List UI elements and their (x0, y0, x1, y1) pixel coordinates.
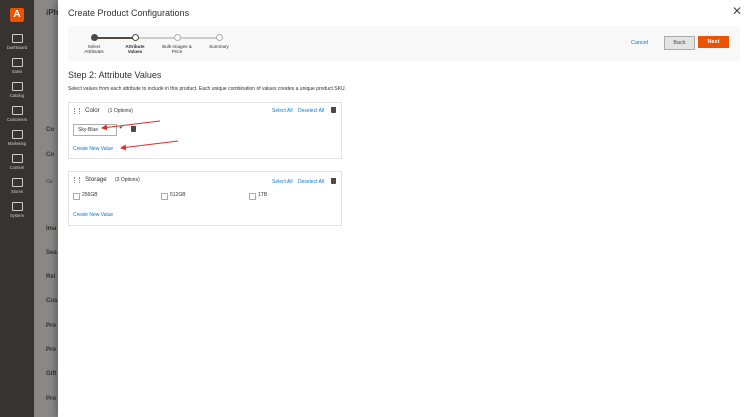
configurations-modal: Create Product Configurations ✕ Select A… (58, 0, 750, 417)
admin-sidebar: A Dashboard Sales Catalog Customers Mark… (0, 0, 34, 417)
cube-icon (11, 82, 23, 91)
nav-content[interactable]: Content (0, 154, 34, 170)
nav-stores[interactable]: Stores (0, 178, 34, 194)
bg-section-label: Co (46, 179, 53, 185)
store-icon (11, 178, 23, 187)
dollar-icon (11, 58, 23, 67)
bg-section-label: Co (46, 127, 54, 133)
background-overlay[interactable] (34, 0, 58, 417)
nav-marketing[interactable]: Marketing (0, 130, 34, 146)
bg-section-label: Pro (46, 396, 57, 402)
bg-section-label: Sea (46, 250, 57, 256)
bg-section-label: Gift (46, 371, 57, 377)
bg-section-label: Co (46, 152, 54, 158)
nav-sales[interactable]: Sales (0, 58, 34, 74)
nav-system[interactable]: System (0, 202, 34, 218)
bg-section-label: Cus (46, 298, 58, 304)
gear-icon (11, 202, 23, 211)
nav-dashboard[interactable]: Dashboard (0, 34, 34, 50)
megaphone-icon (11, 130, 23, 139)
magento-logo[interactable]: A (10, 8, 24, 22)
bg-section-label: Rel (46, 274, 56, 280)
annotation-arrow (101, 120, 161, 131)
bg-section-label: Pro (46, 347, 57, 353)
layout-icon (11, 154, 23, 163)
bg-page-title: iPh (46, 8, 59, 17)
annotation-arrow (120, 140, 179, 151)
annotation-arrows (101, 120, 179, 151)
bg-section-label: Ima (46, 226, 57, 232)
nav-customers[interactable]: Customers (0, 106, 34, 122)
bg-section-label: Pro (46, 323, 57, 329)
people-icon (11, 106, 23, 115)
nav-catalog[interactable]: Catalog (0, 82, 34, 98)
dashboard-icon (11, 34, 23, 43)
